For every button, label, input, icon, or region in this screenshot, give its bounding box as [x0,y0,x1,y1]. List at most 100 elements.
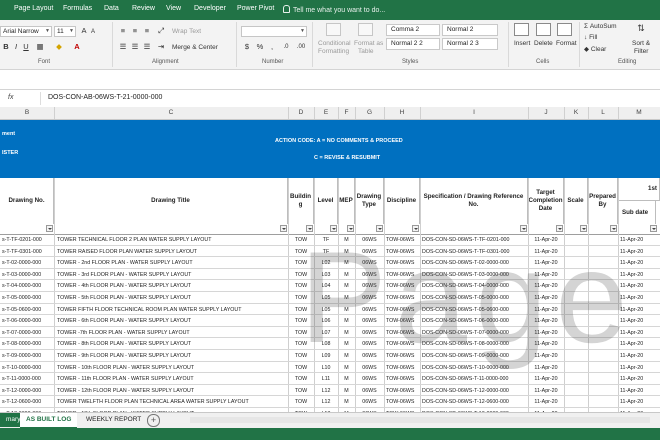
bold-icon[interactable]: B [2,42,10,52]
table-row[interactable]: s-T-12-0600-000 TOWER TWELFTH FLOOR PLAN … [0,396,660,408]
cell-drawing-no[interactable]: s-T-07-0000-000 [2,330,54,336]
cell-sub-date[interactable]: 11-Apr-20 [620,399,660,405]
wrap-text-button[interactable]: Wrap Text [172,28,201,35]
cell-drawing-title[interactable]: TOWER - 4th FLOOR PLAN - WATER SUPPLY LA… [57,283,286,289]
sheet-tab-as-built-log[interactable]: AS BUILT LOG [20,413,78,429]
cell-drawing-no[interactable]: s-T-11-0000-000 [2,376,54,382]
column-header-h[interactable]: H [384,109,420,116]
cell-drawing-title[interactable]: TOWER - 2nd FLOOR PLAN - WATER SUPPLY LA… [57,260,286,266]
cell-drawing-title[interactable]: TOWER - 8th FLOOR PLAN - WATER SUPPLY LA… [57,341,286,347]
cell-drawing-no[interactable]: s-T-08-0000-000 [2,341,54,347]
align-left-icon[interactable]: ☰ [118,42,128,52]
cell-drawing-no[interactable]: s-T-12-0000-000 [2,388,54,394]
cell-drawing-no[interactable]: s-T-02-0000-000 [2,260,54,266]
cell-drawing-no[interactable]: s-T-04-0000-000 [2,283,54,289]
autosum-button[interactable]: Σ AutoSum [584,23,617,30]
cell-drawing-title[interactable]: TOWER - 5th FLOOR PLAN - WATER SUPPLY LA… [57,295,286,301]
cell-building[interactable]: TOW [288,388,314,394]
decrease-decimal-icon[interactable]: .00 [294,42,308,52]
cell-drawing-title[interactable]: TOWER - 12th FLOOR PLAN - WATER SUPPLY L… [57,388,286,394]
cell-drawing-title[interactable]: TOWER - 9th FLOOR PLAN - WATER SUPPLY LA… [57,353,286,359]
tab-view[interactable]: View [166,5,181,12]
cell-drawing-title[interactable]: TOWER TECHNICAL FLOOR 2 PLAN WATER SUPPL… [57,237,286,243]
cell-target-date[interactable]: 11-Apr-20 [528,399,564,405]
cell-drawing-type[interactable]: 06WS [355,399,384,405]
cell-discipline[interactable]: TOW-06WS [386,388,420,394]
cell-mep[interactable]: M [338,388,355,394]
cell-mep[interactable]: M [338,376,355,382]
cell-level[interactable]: L12 [314,388,338,394]
fill-color-icon[interactable]: ◆ [54,42,64,52]
cell-drawing-no[interactable]: s-T-05-0000-000 [2,295,54,301]
column-header-d[interactable]: D [288,109,314,116]
cell-spec-ref[interactable]: DOS-CON-SD-06WS-T-12-0600-000 [422,399,527,405]
style-normal-2[interactable]: Normal 2 [442,24,498,36]
column-header-b[interactable]: B [0,109,54,116]
style-comma-2[interactable]: Comma 2 [386,24,440,36]
font-name-combo[interactable]: Arial Narrow ▼ [0,26,52,37]
fill-button[interactable]: ↓ Fill [584,34,597,41]
cell-drawing-title[interactable]: TOWER - 10th FLOOR PLAN - WATER SUPPLY L… [57,365,286,371]
column-header-l[interactable]: L [588,109,618,116]
sheet-tab-weekly-report[interactable]: WEEKLY REPORT [80,413,147,427]
underline-icon[interactable]: U [22,42,30,52]
cell-building[interactable]: TOW [288,399,314,405]
cell-discipline[interactable]: TOW-06WS [386,376,420,382]
tab-power-pivot[interactable]: Power Pivot [237,5,274,12]
cell-drawing-no[interactable]: s-T-12-0600-000 [2,399,54,405]
increase-decimal-icon[interactable]: .0 [279,42,293,52]
align-right-icon[interactable]: ☰ [142,42,152,52]
format-button[interactable]: Format [556,40,577,47]
tab-formulas[interactable]: Formulas [63,5,92,12]
cell-mep[interactable]: M [338,399,355,405]
comma-style-icon[interactable]: , [267,42,277,52]
cell-sub-date[interactable]: 11-Apr-20 [620,388,660,394]
style-normal-2-2[interactable]: Normal 2 2 [386,38,440,50]
format-as-table-label-1[interactable]: Format as [354,40,383,47]
cell-building[interactable]: TOW [288,376,314,382]
cell-sub-date[interactable]: 11-Apr-20 [620,376,660,382]
align-middle-icon[interactable]: ≡ [130,26,140,36]
table-row[interactable]: s-T-11-0000-000 TOWER - 11th FLOOR PLAN -… [0,373,660,385]
add-sheet-icon[interactable]: + [147,414,160,427]
percent-icon[interactable]: % [255,42,265,52]
column-header-k[interactable]: K [564,109,588,116]
cell-spec-ref[interactable]: DOS-CON-SD-06WS-T-12-0000-000 [422,388,527,394]
cell-target-date[interactable]: 11-Apr-20 [528,376,564,382]
table-row[interactable]: s-T-12-0000-000 TOWER - 12th FLOOR PLAN -… [0,385,660,397]
style-normal-2-3[interactable]: Normal 2 3 [442,38,498,50]
cell-level[interactable]: L12 [314,399,338,405]
cell-drawing-no[interactable]: s-T-05-0600-000 [2,307,54,313]
tab-page-layout[interactable]: Page Layout [14,5,53,12]
cell-drawing-title[interactable]: TOWER - 6th FLOOR PLAN - WATER SUPPLY LA… [57,318,286,324]
currency-icon[interactable]: $ [241,42,253,52]
font-size-combo[interactable]: 11 ▼ [54,26,76,37]
column-header-e[interactable]: E [314,109,338,116]
indent-icon[interactable]: ⇥ [156,42,166,52]
column-header-f[interactable]: F [338,109,355,116]
filter-dropdown-button[interactable] [280,225,287,232]
tell-me-search[interactable]: Tell me what you want to do... [283,5,385,14]
align-center-icon[interactable]: ☰ [130,42,140,52]
cell-drawing-title[interactable]: TOWER RAISED FLOOR PLAN WATER SUPPLY LAY… [57,249,286,255]
cell-drawing-title[interactable]: TOWER FIFTH FLOOR TECHNICAL ROOM PLAN WA… [57,307,286,313]
column-header-j[interactable]: J [528,109,564,116]
clear-button[interactable]: ◆ Clear [584,45,606,53]
font-color-icon[interactable]: A [72,42,82,52]
filter-dropdown-button[interactable] [46,225,53,232]
cell-drawing-title[interactable]: TOWER - 3rd FLOOR PLAN - WATER SUPPLY LA… [57,272,286,278]
conditional-formatting-label-1[interactable]: Conditional [318,40,351,47]
cell-level[interactable]: L11 [314,376,338,382]
cell-drawing-title[interactable]: TOWER TWELFTH FLOOR PLAN TECHNICAL AREA … [57,399,286,405]
cell-drawing-type[interactable]: 06WS [355,376,384,382]
cell-target-date[interactable]: 11-Apr-20 [528,388,564,394]
align-top-icon[interactable]: ≡ [118,26,128,36]
number-format-combo[interactable]: ▼ [241,26,307,37]
delete-button[interactable]: Delete [534,40,553,47]
conditional-formatting-label-2[interactable]: Formatting [318,48,349,55]
insert-button[interactable]: Insert [514,40,530,47]
cell-drawing-no[interactable]: s-T-10-0000-000 [2,365,54,371]
horizontal-scrollbar[interactable] [190,417,650,423]
sort-filter-label-2[interactable]: Filter [634,48,648,55]
cell-drawing-no[interactable]: s-T-TF-0201-000 [2,237,54,243]
